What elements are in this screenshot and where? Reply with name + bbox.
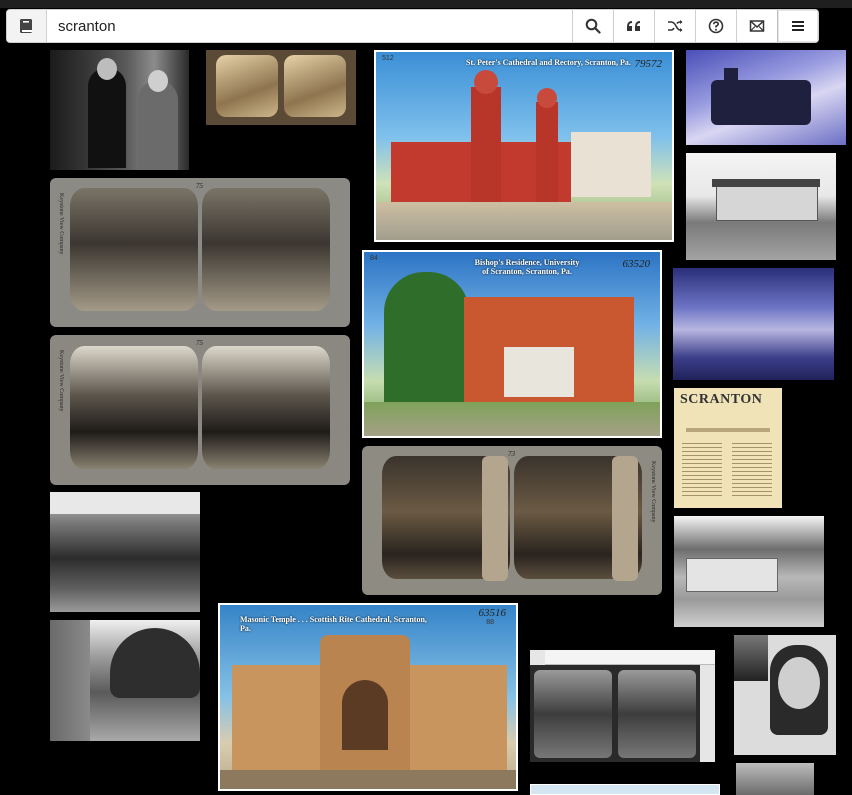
stereo-number: 75 — [196, 339, 203, 347]
help-icon — [708, 18, 724, 34]
result-image-portrait-couple[interactable] — [50, 50, 189, 170]
search-bar — [6, 9, 819, 43]
result-image-factory-building-photo[interactable] — [674, 516, 824, 627]
quote-icon — [627, 21, 640, 31]
mail-icon — [749, 20, 765, 32]
search-button[interactable] — [572, 10, 613, 42]
result-image-bishops-residence-postcard[interactable]: 84 Bishop's Residence, University of Scr… — [362, 250, 662, 438]
hamburger-icon — [792, 21, 804, 31]
search-input[interactable] — [47, 10, 572, 42]
result-image-stereo-mine-interior[interactable]: Keystone View Company 75 — [50, 335, 350, 485]
stereo-number: 75 — [196, 182, 203, 190]
catalog-number: 63516 — [478, 607, 507, 619]
stereo-side-label: Keystone View Company — [650, 460, 656, 523]
directory-title: SCRANTON — [680, 392, 763, 407]
result-image-scranton-directory-page[interactable]: SCRANTON — [674, 388, 782, 508]
search-icon — [585, 18, 601, 34]
shuffle-button[interactable] — [654, 10, 695, 42]
window-top-strip — [0, 0, 852, 8]
result-image-stereo-industrial-machinery[interactable] — [530, 650, 715, 762]
result-image-low-building-photo[interactable] — [686, 153, 836, 260]
result-image-park-path[interactable] — [50, 620, 200, 741]
mail-button[interactable] — [736, 10, 777, 42]
result-image-locomotive-painting[interactable] — [686, 50, 846, 145]
result-image-partial-bottom-right[interactable] — [736, 763, 814, 795]
result-image-valley-painting[interactable] — [673, 268, 834, 380]
stereo-side-label: Keystone View Company — [58, 192, 64, 255]
stereo-side-label: Keystone View Company — [58, 350, 64, 412]
postcard-number: 512 — [382, 55, 394, 62]
catalog-number: 79572 — [634, 58, 663, 70]
postcard-caption: Bishop's Residence, University of Scrant… — [474, 258, 580, 276]
menu-button[interactable] — [777, 10, 818, 42]
postcard-number: 88 — [486, 619, 494, 626]
postcard-caption: Masonic Temple . . . Scottish Rite Cathe… — [240, 615, 427, 633]
result-image-masonic-temple-postcard[interactable]: Masonic Temple . . . Scottish Rite Cathe… — [218, 603, 518, 791]
result-image-stereo-sepia-small[interactable] — [206, 50, 356, 125]
result-image-smiling-woman-collage[interactable] — [734, 635, 836, 755]
catalog-number: 63520 — [622, 258, 651, 270]
result-image-stereo-coal-breaker[interactable]: Keystone View Company 75 — [50, 178, 350, 327]
result-image-st-peters-cathedral-postcard[interactable]: 512 St. Peter's Cathedral and Rectory, S… — [374, 50, 674, 242]
help-button[interactable] — [695, 10, 736, 42]
book-icon[interactable] — [7, 10, 47, 42]
stereo-number: 73 — [508, 450, 515, 458]
shuffle-icon — [668, 20, 683, 32]
postcard-number: 84 — [370, 255, 378, 262]
result-image-crowd-picnic[interactable] — [50, 492, 200, 612]
result-image-partial-bottom-center[interactable] — [530, 784, 720, 795]
result-image-stereo-underground-miners[interactable]: Keystone View Company 73 — [362, 446, 662, 595]
quote-button[interactable] — [613, 10, 654, 42]
